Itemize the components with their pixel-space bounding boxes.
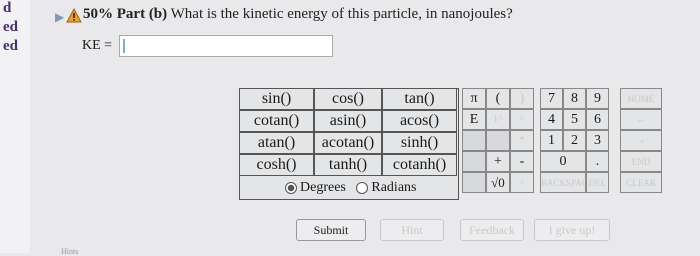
fn-asin[interactable]: asin()	[314, 110, 382, 132]
submit-button[interactable]: Submit	[296, 219, 366, 241]
key-backspace[interactable]: BACKSPACE	[540, 172, 593, 193]
fn-tanh[interactable]: tanh()	[314, 154, 382, 176]
fn-acos[interactable]: acos()	[382, 110, 457, 132]
fn-cotan[interactable]: cotan()	[239, 110, 314, 132]
key-pow-n[interactable]: ^	[510, 109, 534, 130]
key-multiply[interactable]: *	[510, 130, 534, 151]
fn-cotanh[interactable]: cotanh()	[382, 154, 457, 176]
key-6[interactable]: 6	[586, 109, 609, 130]
key-sqrt[interactable]: √0	[486, 172, 510, 193]
sidebar-text-2: ed	[3, 19, 18, 35]
fn-cosh[interactable]: cosh()	[239, 154, 314, 176]
hints-label: Hints	[61, 247, 79, 256]
key-8[interactable]: 8	[563, 88, 586, 109]
part-label: Part (b)	[116, 6, 168, 22]
fn-cos[interactable]: cos()	[314, 88, 382, 110]
hint-button[interactable]: Hint	[380, 219, 444, 241]
key-clear[interactable]: CLEAR	[620, 172, 662, 193]
key-divide[interactable]: /	[510, 172, 534, 193]
radians-radio[interactable]	[356, 181, 369, 194]
input-accent	[123, 39, 125, 53]
radians-label: Radians	[371, 180, 417, 195]
key-9[interactable]: 9	[586, 88, 609, 109]
key-pi[interactable]: π	[462, 88, 486, 109]
answer-input[interactable]	[119, 35, 333, 57]
key-del[interactable]: DEL	[586, 172, 609, 193]
key-dot[interactable]: .	[586, 151, 609, 172]
key-2[interactable]: 2	[563, 130, 586, 151]
question-prompt: What is the kinetic energy of this parti…	[170, 6, 513, 22]
key-blank-3	[462, 151, 486, 172]
play-icon[interactable]: ▶	[55, 10, 64, 25]
key-blank-1	[462, 130, 486, 151]
key-e[interactable]: E	[462, 109, 486, 130]
question-title: 50% Part (b) What is the kinetic energy …	[83, 6, 513, 23]
key-1[interactable]: 1	[540, 130, 563, 151]
degrees-radio[interactable]	[285, 181, 297, 194]
key-end[interactable]: END	[620, 151, 662, 172]
feedback-button[interactable]: Feedback	[460, 219, 524, 241]
key-close-paren[interactable]: )	[510, 88, 534, 109]
key-3[interactable]: 3	[586, 130, 609, 151]
degrees-label: Degrees	[300, 180, 346, 195]
key-left-arrow[interactable]: ←	[620, 109, 662, 130]
fn-atan[interactable]: atan()	[239, 132, 314, 154]
sidebar-text-3: ed	[3, 38, 18, 54]
key-4[interactable]: 4	[540, 109, 563, 130]
key-right-arrow[interactable]: →	[620, 130, 662, 151]
angle-mode: Degrees Radians	[285, 180, 416, 196]
key-home[interactable]: HOME	[620, 88, 662, 109]
key-minus[interactable]: -	[510, 151, 534, 172]
fn-acotan[interactable]: acotan()	[314, 132, 382, 154]
key-pow[interactable]: 1^	[486, 109, 510, 130]
key-plus[interactable]: +	[486, 151, 510, 172]
answer-label: KE =	[82, 38, 113, 53]
warning-icon	[66, 8, 82, 23]
fn-sinh[interactable]: sinh()	[382, 132, 457, 154]
key-0[interactable]: 0	[540, 151, 586, 172]
fn-tan[interactable]: tan()	[382, 88, 457, 110]
key-open-paren[interactable]: (	[486, 88, 510, 109]
fn-sin[interactable]: sin()	[239, 88, 314, 110]
key-5[interactable]: 5	[563, 109, 586, 130]
give-up-button[interactable]: I give up!	[534, 219, 610, 241]
key-7[interactable]: 7	[540, 88, 563, 109]
percent: 50%	[83, 6, 113, 22]
key-blank-4	[462, 172, 486, 193]
sidebar-text-1: d	[3, 0, 12, 16]
key-blank-2	[486, 130, 510, 151]
